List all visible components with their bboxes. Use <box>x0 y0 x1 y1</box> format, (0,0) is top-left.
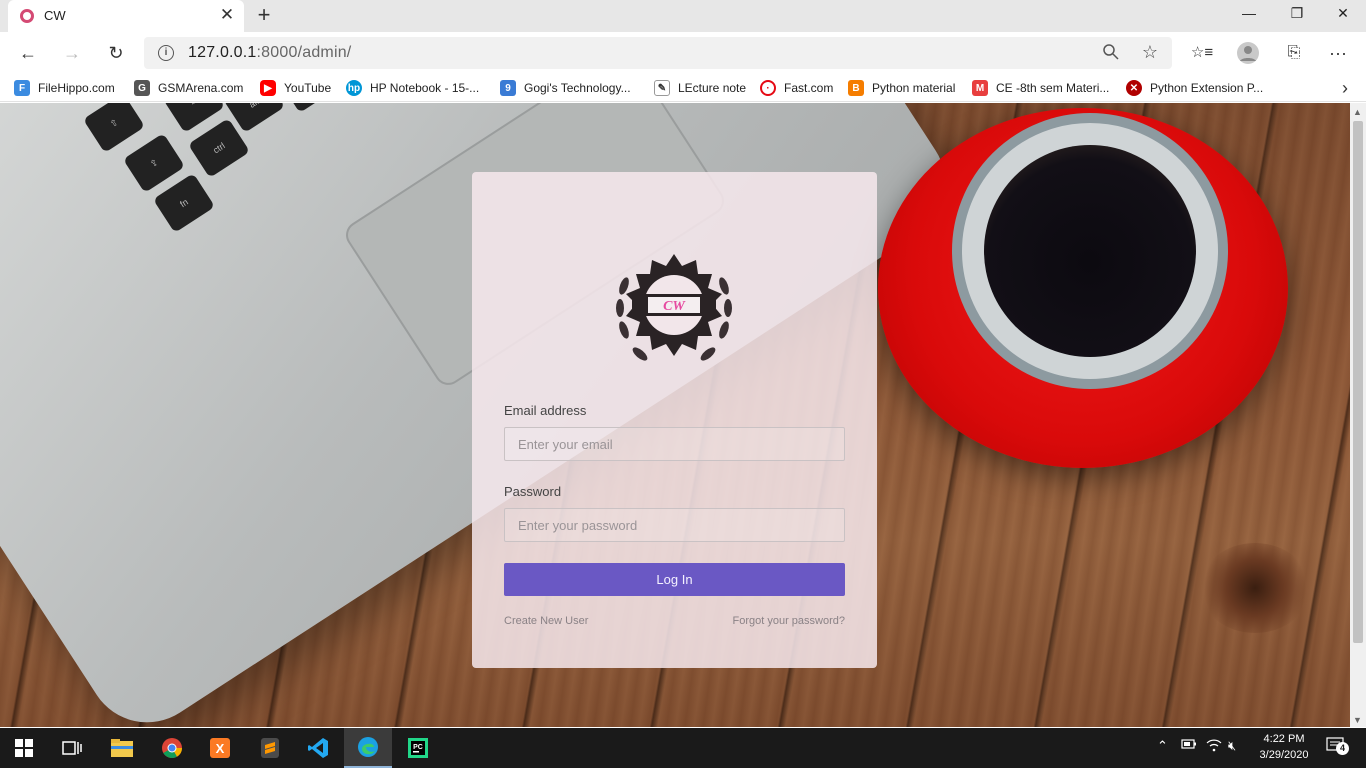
bookmark-python-extension[interactable]: ✕ Python Extension P... <box>1126 79 1263 97</box>
svg-text:PC: PC <box>413 744 423 751</box>
new-tab-button[interactable]: + <box>252 2 276 28</box>
tab-cw[interactable]: CW ✕ <box>8 0 244 32</box>
wifi-icon[interactable] <box>1206 738 1222 755</box>
vscode-icon[interactable] <box>294 728 342 768</box>
scroll-up-icon[interactable]: ▲ <box>1353 107 1362 117</box>
blogger-icon: B <box>848 80 864 96</box>
svg-text:X: X <box>216 741 225 756</box>
python-extension-icon: ✕ <box>1126 80 1142 96</box>
back-button[interactable]: ← <box>14 40 42 66</box>
bookmark-label: FileHippo.com <box>38 81 115 95</box>
chevron-right-icon[interactable]: › <box>1342 78 1348 99</box>
settings-menu-icon[interactable]: ··· <box>1324 40 1352 66</box>
edge-icon[interactable] <box>344 728 392 768</box>
bookmark-gogi[interactable]: 9 Gogi's Technology... <box>500 79 631 97</box>
favorite-star-icon[interactable]: ☆ <box>1142 42 1158 63</box>
logo-text: CW <box>663 299 686 314</box>
bookmark-filehippo[interactable]: F FileHippo.com <box>14 79 115 97</box>
email-label: Email address <box>504 403 587 418</box>
bookmarks-bar: F FileHippo.com G GSMArena.com ▶ YouTube hp… <box>0 74 1366 102</box>
bookmark-label: YouTube <box>284 81 332 95</box>
notification-center-icon[interactable]: 4 <box>1326 736 1349 759</box>
volume-muted-icon[interactable]: 🔇︎ <box>1228 738 1236 754</box>
bookmark-fast[interactable]: · Fast.com <box>760 79 833 97</box>
bookmark-label: LEcture note <box>678 81 747 95</box>
bookmark-label: Gogi's Technology... <box>524 81 631 95</box>
feedback-icon[interactable]: ⎘ <box>1280 40 1308 66</box>
bookmark-ce-materials[interactable]: M CE -8th sem Materi... <box>972 79 1109 97</box>
reload-button[interactable]: ↻ <box>102 40 130 66</box>
site-favicon-icon <box>20 9 34 23</box>
taskbar: X PC ⌃ 🔇︎ 4:22 PM 3/29/2020 4 <box>0 728 1366 768</box>
profile-avatar[interactable] <box>1234 40 1262 66</box>
scrollbar-thumb[interactable] <box>1353 121 1363 643</box>
bookmark-gsmarena[interactable]: G GSMArena.com <box>134 79 243 97</box>
file-explorer-icon[interactable] <box>98 728 146 768</box>
forward-button[interactable]: → <box>58 40 86 66</box>
cw-logo: CW <box>616 254 732 361</box>
search-icon[interactable] <box>1102 43 1120 66</box>
sublime-icon[interactable] <box>246 728 294 768</box>
xampp-icon[interactable]: X <box>196 728 244 768</box>
chrome-icon[interactable] <box>148 728 196 768</box>
bookmark-python-material[interactable]: B Python material <box>848 79 955 97</box>
login-card: CW Email address Password Log In Create … <box>472 172 877 668</box>
notification-count-badge: 4 <box>1336 742 1349 755</box>
key: fn <box>152 173 216 233</box>
tab-close-icon[interactable]: ✕ <box>216 4 238 26</box>
ce-icon: M <box>972 80 988 96</box>
url-path: :8000/admin/ <box>256 44 352 61</box>
bookmark-label: CE -8th sem Materi... <box>996 81 1110 95</box>
page-background: ⇧ ⇪ fn ~ ctrl alt cmd Z X CW <box>0 103 1350 727</box>
restore-button[interactable]: ❐ <box>1274 0 1320 28</box>
clock-time: 4:22 PM <box>1263 733 1305 745</box>
address-bar[interactable]: i 127.0.0.1:8000/admin/ ☆ <box>144 37 1172 69</box>
tab-title: CW <box>44 8 66 23</box>
favorites-icon[interactable]: ☆≡ <box>1188 40 1216 66</box>
bookmark-label: HP Notebook - 15-... <box>370 81 480 95</box>
url-host: 127.0.0.1 <box>188 44 257 61</box>
bookmark-hp[interactable]: hp HP Notebook - 15-... <box>346 79 479 97</box>
bookmark-label: Python material <box>872 81 956 95</box>
clock-date: 3/29/2020 <box>1259 749 1309 761</box>
scroll-down-icon[interactable]: ▼ <box>1353 715 1362 725</box>
login-button[interactable]: Log In <box>504 563 845 596</box>
email-field[interactable] <box>504 427 845 461</box>
key: cmd <box>277 103 341 113</box>
filehippo-icon: F <box>14 80 30 96</box>
pycharm-icon[interactable]: PC <box>394 728 442 768</box>
start-icon[interactable] <box>0 728 48 768</box>
lecture-note-icon: ✎ <box>654 80 670 96</box>
forgot-password-link[interactable]: Forgot your password? <box>733 615 846 627</box>
bookmark-lecture-note[interactable]: ✎ LEcture note <box>654 79 746 97</box>
youtube-icon: ▶ <box>260 80 276 96</box>
toolbar: ← → ↻ i 127.0.0.1:8000/admin/ ☆ ☆≡ ⎘ ··· <box>0 32 1366 74</box>
coffee-image <box>984 145 1196 357</box>
fast-icon: · <box>760 80 776 96</box>
site-info-icon[interactable]: i <box>158 45 174 61</box>
gsmarena-icon: G <box>134 80 150 96</box>
tab-strip: CW ✕ + — ❐ ✕ <box>0 0 1366 32</box>
minimize-button[interactable]: — <box>1226 0 1272 28</box>
bookmark-label: Fast.com <box>784 81 834 95</box>
password-label: Password <box>504 484 562 499</box>
password-field[interactable] <box>504 508 845 542</box>
create-user-link[interactable]: Create New User <box>504 615 588 627</box>
wood-knot <box>1200 543 1310 633</box>
bookmark-label: Python Extension P... <box>1150 81 1264 95</box>
keyboard-image: ⇧ ⇪ fn ~ ctrl alt cmd Z X <box>20 103 420 253</box>
battery-icon[interactable] <box>1181 738 1197 753</box>
system-clock[interactable]: 4:22 PM 3/29/2020 <box>1246 731 1322 763</box>
chevron-up-icon[interactable]: ⌃ <box>1157 738 1168 754</box>
url-text[interactable]: 127.0.0.1:8000/admin/ <box>188 44 351 62</box>
gogi-icon: 9 <box>500 80 516 96</box>
bookmark-youtube[interactable]: ▶ YouTube <box>260 79 331 97</box>
bookmark-label: GSMArena.com <box>158 81 244 95</box>
task-view-icon[interactable] <box>48 728 96 768</box>
hp-icon: hp <box>346 80 362 96</box>
key: ⇧ <box>82 103 146 153</box>
page-scrollbar[interactable]: ▲ ▼ <box>1350 103 1366 727</box>
window-close-button[interactable]: ✕ <box>1320 0 1366 28</box>
